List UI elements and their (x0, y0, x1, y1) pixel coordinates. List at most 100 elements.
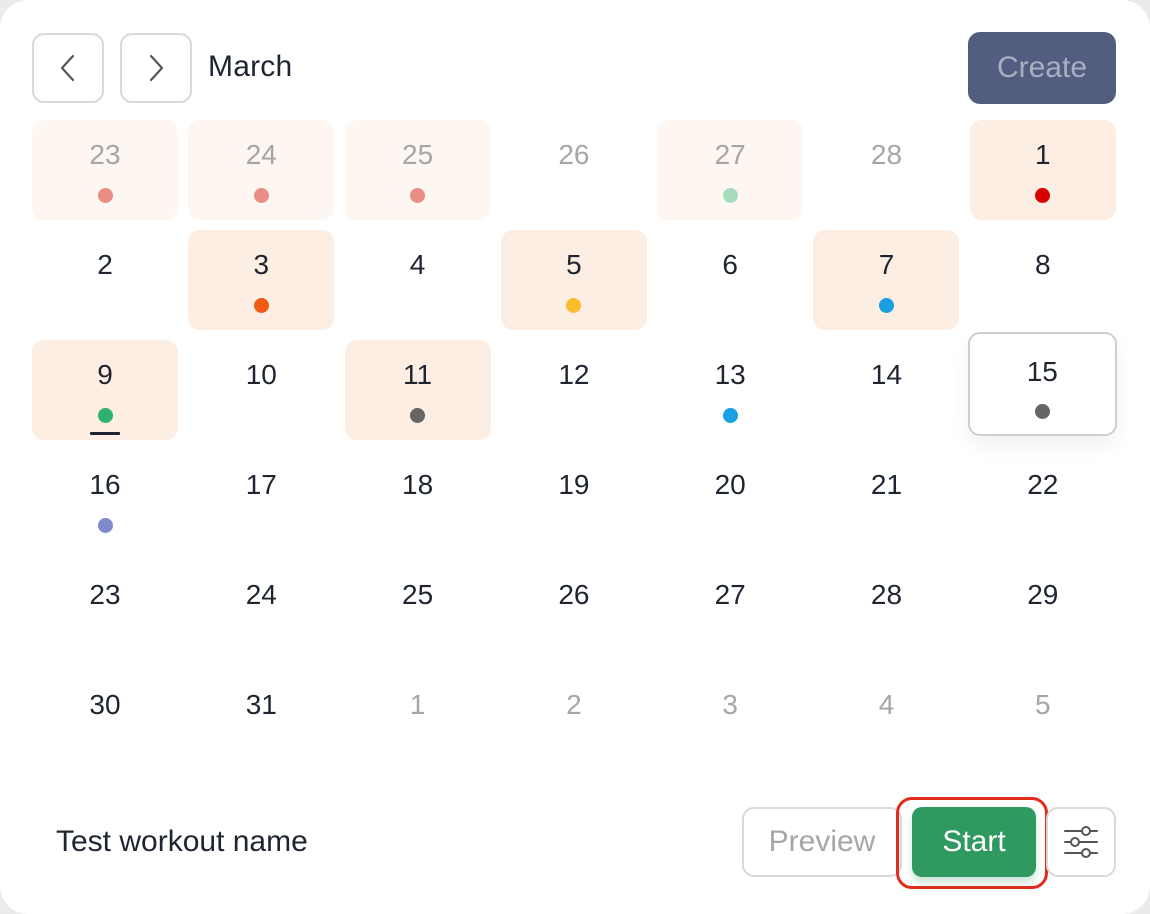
day-number: 26 (558, 139, 590, 170)
calendar-day[interactable]: 25 (345, 560, 491, 660)
calendar-day[interactable]: 15 (967, 332, 1117, 436)
workout-dot-icon (410, 408, 426, 423)
day-number: 21 (870, 469, 903, 500)
day-number: 24 (245, 579, 277, 610)
calendar-day[interactable]: 9 (32, 340, 178, 440)
calendar-grid: 23 24 25 26 27 28 1 2 3 4 5 6 7 8 9 10 11 12 13 14 15 16 17 18 1… (32, 120, 1117, 780)
day-number: 14 (870, 359, 903, 390)
day-number: 6 (722, 249, 738, 280)
calendar-card: March Create 23 24 25 26 27 28 1 2 3 4 5 6 7 8 9 10 11 12… (0, 0, 1150, 914)
calendar-day[interactable]: 3 (657, 670, 803, 770)
calendar-day[interactable]: 18 (345, 450, 491, 550)
day-number: 5 (1034, 689, 1051, 720)
day-number: 13 (714, 359, 746, 390)
day-number: 15 (1026, 356, 1058, 387)
day-number: 23 (89, 579, 121, 610)
calendar-day[interactable]: 8 (970, 230, 1116, 330)
create-button[interactable]: Create (968, 32, 1116, 104)
calendar-day[interactable]: 2 (32, 230, 178, 330)
day-number: 2 (566, 689, 582, 720)
day-number: 26 (558, 579, 590, 610)
day-number: 2 (97, 249, 113, 280)
workout-name: Test workout name (56, 825, 308, 858)
calendar-day[interactable]: 28 (813, 120, 959, 220)
chevron-right-icon (149, 54, 164, 82)
calendar-day[interactable]: 21 (813, 450, 959, 550)
calendar-day[interactable]: 26 (501, 120, 647, 220)
next-month-button[interactable] (120, 33, 192, 103)
sliders-icon (1064, 826, 1098, 858)
day-number: 31 (245, 689, 277, 720)
calendar-day[interactable]: 12 (501, 340, 647, 440)
day-number: 7 (878, 249, 895, 280)
workout-dot-icon (566, 298, 582, 313)
day-number: 9 (97, 359, 113, 390)
workout-dot-icon (878, 298, 894, 313)
calendar-day[interactable]: 25 (344, 120, 491, 220)
day-number: 4 (409, 249, 426, 280)
calendar-day[interactable]: 19 (501, 450, 647, 550)
day-number: 8 (1034, 249, 1051, 280)
day-number: 30 (89, 689, 121, 720)
workout-dot-icon (722, 188, 738, 203)
workout-dot-icon (97, 518, 113, 533)
settings-button[interactable] (1046, 807, 1116, 877)
day-number: 12 (558, 359, 590, 390)
calendar-day[interactable]: 10 (188, 340, 334, 440)
day-number: 20 (714, 469, 746, 500)
calendar-day[interactable]: 13 (657, 340, 803, 440)
day-number: 23 (89, 139, 121, 170)
calendar-day[interactable]: 23 (32, 560, 178, 660)
calendar-day[interactable]: 22 (970, 450, 1116, 550)
workout-dot-icon (253, 298, 269, 313)
day-number: 3 (253, 249, 270, 280)
calendar-day[interactable]: 4 (813, 670, 959, 770)
day-number: 4 (878, 689, 895, 720)
calendar-day[interactable]: 20 (657, 450, 803, 550)
calendar-day[interactable]: 3 (188, 230, 335, 330)
day-number: 19 (558, 469, 590, 500)
calendar-day[interactable]: 31 (188, 670, 334, 770)
calendar-day[interactable]: 27 (657, 120, 804, 220)
workout-dot-icon (97, 408, 113, 423)
calendar-day[interactable]: 6 (657, 230, 803, 330)
calendar-day[interactable]: 7 (813, 230, 960, 330)
day-number: 29 (1027, 579, 1059, 610)
calendar-day[interactable]: 24 (188, 120, 335, 220)
day-number: 25 (402, 139, 434, 170)
calendar-day[interactable]: 16 (32, 450, 178, 550)
calendar-day[interactable]: 1 (345, 670, 491, 770)
calendar-day[interactable]: 24 (188, 560, 334, 660)
day-number: 5 (566, 249, 582, 280)
calendar-day[interactable]: 11 (344, 340, 491, 440)
previous-month-button[interactable] (32, 33, 104, 103)
calendar-day[interactable]: 17 (188, 450, 334, 550)
calendar-day[interactable]: 29 (970, 560, 1116, 660)
preview-button[interactable]: Preview (742, 807, 902, 877)
calendar-day[interactable]: 28 (813, 560, 959, 660)
day-number: 24 (245, 139, 277, 170)
day-number: 28 (870, 139, 903, 170)
start-button[interactable]: Start (912, 807, 1036, 877)
calendar-day[interactable]: 27 (657, 560, 803, 660)
day-number: 22 (1027, 469, 1059, 500)
day-number: 27 (714, 139, 746, 170)
day-number: 1 (1034, 139, 1051, 170)
workout-dot-icon (97, 188, 113, 203)
workout-dot-icon (722, 408, 738, 423)
calendar-day[interactable]: 2 (501, 670, 647, 770)
calendar-day[interactable]: 1 (969, 120, 1116, 220)
day-number: 27 (714, 579, 746, 610)
workout-dot-icon (253, 188, 269, 203)
day-number: 17 (245, 469, 277, 500)
calendar-day[interactable]: 26 (501, 560, 647, 660)
day-number: 11 (403, 359, 433, 390)
day-number: 28 (870, 579, 903, 610)
calendar-day[interactable]: 5 (500, 230, 647, 330)
calendar-day[interactable]: 5 (970, 670, 1116, 770)
calendar-day[interactable]: 30 (32, 670, 178, 770)
workout-dot-icon (1034, 404, 1050, 419)
calendar-day[interactable]: 23 (32, 120, 178, 220)
calendar-day[interactable]: 4 (345, 230, 491, 330)
calendar-day[interactable]: 14 (813, 340, 959, 440)
